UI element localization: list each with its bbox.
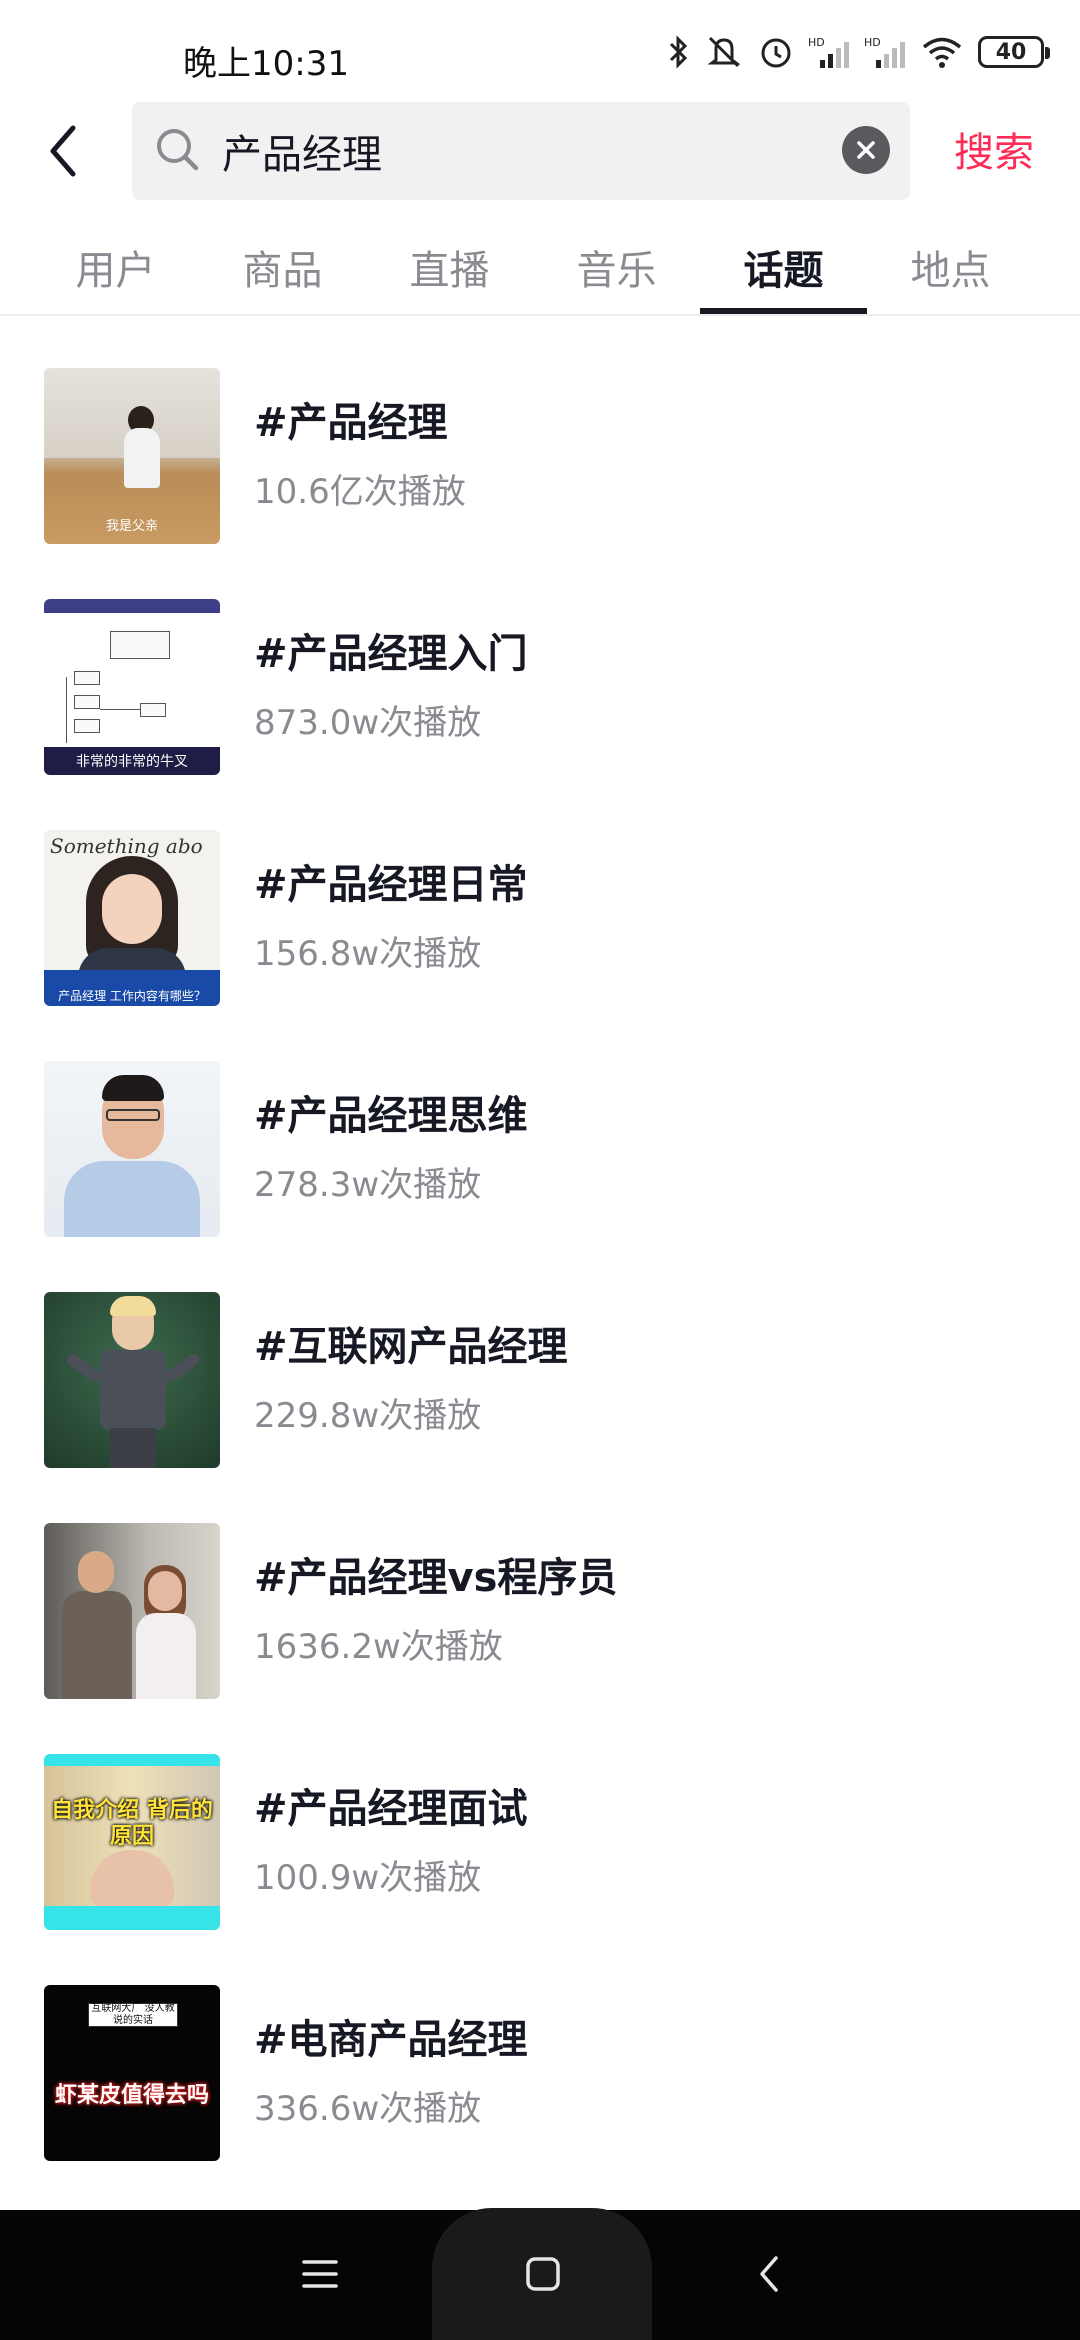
hd-signal-icon: HD [864,36,905,68]
search-button[interactable]: 搜索 [954,120,1034,178]
status-time: 晚上10:31 [183,44,349,84]
topic-thumbnail: Something abo 产品经理 工作内容有哪些？ [44,830,220,1006]
chevron-left-icon [760,2256,778,2292]
topic-play-count: 229.8w次播放 [254,1396,482,1436]
topic-play-count: 1636.2w次播放 [254,1627,503,1667]
thumbnail-caption: 我是父亲 [105,519,158,534]
wifi-icon [922,37,962,68]
thumbnail-caption: 虾某皮值得去吗 [54,2083,209,2108]
bluetooth-icon [669,35,688,69]
svg-text:HD: HD [864,36,881,49]
clear-search-button[interactable] [842,126,890,174]
topic-item[interactable]: 我是父亲 #产品经理 10.6亿次播放 [0,340,1080,544]
topic-item[interactable]: #互联网产品经理 229.8w次播放 [0,1264,1080,1468]
status-bar: 晚上10:31 HD HD 40 [0,0,1080,100]
thumbnail-caption: 非常的非常的牛叉 [76,754,188,770]
search-header: 搜索 [0,100,1080,202]
topic-title: #产品经理入门 [254,631,528,677]
thumbnail-caption: 自我介绍 背后的原因 [51,1798,213,1849]
alarm-icon [761,38,791,68]
topic-thumbnail: 我是父亲 [44,368,220,544]
mute-icon [707,36,741,68]
topic-item[interactable]: 互联网大厂 没人教说的实话 虾某皮值得去吗 #电商产品经理 336.6w次播放 [0,1957,1080,2161]
topic-title: #产品经理日常 [254,862,528,908]
topic-play-count: 156.8w次播放 [254,934,482,974]
home-square-icon [526,2257,560,2291]
topic-title: #互联网产品经理 [254,1324,568,1370]
topic-title: #电商产品经理 [254,2017,528,2063]
tab-music[interactable]: 音乐 [533,238,700,296]
tab-products[interactable]: 商品 [199,238,366,296]
topic-item[interactable]: 自我介绍 背后的原因 #产品经理面试 100.9w次播放 [0,1726,1080,1930]
topic-item[interactable]: #产品经理vs程序员 1636.2w次播放 [0,1495,1080,1699]
thumbnail-card-text: 互联网大厂 没人教说的实话 [91,2003,175,2026]
topic-play-count: 100.9w次播放 [254,1858,482,1898]
topic-thumbnail [44,1523,220,1699]
menu-icon [302,2260,338,2288]
topic-play-count: 873.0w次播放 [254,703,482,743]
topic-title: #产品经理 [254,400,448,446]
search-tabs: 用户 商品 直播 音乐 话题 地点 [0,210,1080,316]
tab-topics[interactable]: 话题 [700,238,867,296]
topic-play-count: 278.3w次播放 [254,1165,482,1205]
close-icon [857,141,875,159]
active-tab-indicator [700,308,867,314]
search-box[interactable] [132,102,910,200]
home-button[interactable] [503,2234,583,2314]
status-icons: HD HD 40 [668,30,1050,74]
topic-title: #产品经理vs程序员 [254,1555,618,1601]
topic-thumbnail: 非常的非常的牛叉 [44,599,220,775]
tab-users[interactable]: 用户 [32,238,199,296]
tab-places[interactable]: 地点 [867,238,1034,296]
topic-thumbnail [44,1061,220,1237]
topic-play-count: 336.6w次播放 [254,2089,482,2129]
search-icon [157,129,199,171]
back-nav-button[interactable] [730,2234,810,2314]
battery-level: 40 [995,39,1027,65]
topic-thumbnail: 自我介绍 背后的原因 [44,1754,220,1930]
thumbnail-caption: 产品经理 工作内容有哪些？ [58,989,206,1003]
chevron-left-icon [50,125,76,177]
topic-thumbnail: 互联网大厂 没人教说的实话 虾某皮值得去吗 [44,1985,220,2161]
hd-signal-icon: HD [808,36,849,68]
battery-icon: 40 [978,36,1050,68]
back-button[interactable] [30,118,96,184]
menu-button[interactable] [280,2234,360,2314]
topic-item[interactable]: 非常的非常的牛叉 #产品经理入门 873.0w次播放 [0,571,1080,775]
topic-item[interactable]: Something abo 产品经理 工作内容有哪些？ #产品经理日常 156.… [0,802,1080,1006]
topic-play-count: 10.6亿次播放 [254,472,466,512]
svg-text:HD: HD [808,36,825,49]
search-input[interactable] [222,102,802,200]
thumbnail-script-text: Something abo [50,834,203,858]
topic-title: #产品经理思维 [254,1093,528,1139]
topic-item[interactable]: #产品经理思维 278.3w次播放 [0,1033,1080,1237]
topic-title: #产品经理面试 [254,1786,528,1832]
tab-live[interactable]: 直播 [366,238,533,296]
topic-thumbnail [44,1292,220,1468]
